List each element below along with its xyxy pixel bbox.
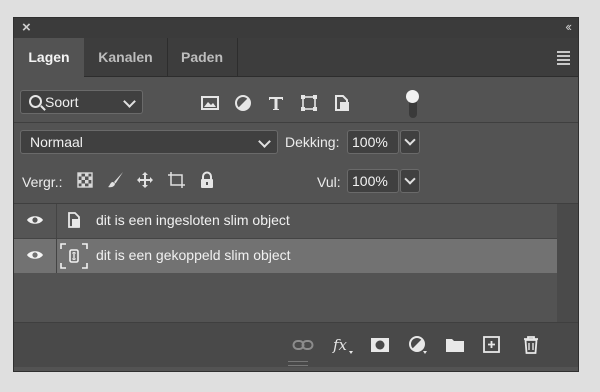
opacity-label: Dekking: bbox=[285, 134, 340, 150]
layer-row[interactable]: dit is een ingesloten slim object bbox=[14, 204, 557, 239]
fill-field[interactable]: 100% bbox=[347, 169, 399, 193]
scrollbar[interactable] bbox=[557, 204, 578, 322]
layer-name[interactable]: dit is een ingesloten slim object bbox=[96, 212, 290, 228]
close-icon[interactable]: × bbox=[22, 19, 31, 36]
smart-object-filter-icon[interactable] bbox=[332, 94, 352, 112]
shape-filter-icon[interactable] bbox=[299, 94, 319, 112]
search-icon bbox=[29, 95, 42, 108]
filter-kind-label: Soort bbox=[45, 94, 79, 110]
layer-row-selected[interactable]: dit is een gekoppeld slim object bbox=[14, 239, 557, 273]
opacity-field[interactable]: 100% bbox=[347, 130, 399, 154]
adjustment-filter-icon[interactable] bbox=[233, 94, 253, 112]
link-layers-icon[interactable] bbox=[292, 335, 314, 355]
layer-name[interactable]: dit is een gekoppeld slim object bbox=[96, 247, 291, 263]
embedded-smart-object-icon bbox=[68, 212, 80, 228]
tab-kanalen[interactable]: Kanalen bbox=[84, 38, 168, 76]
fill-dropdown[interactable] bbox=[400, 169, 420, 193]
bottom-toolbar: fx bbox=[14, 322, 578, 367]
trash-icon[interactable] bbox=[520, 335, 542, 355]
svg-text:fx: fx bbox=[332, 336, 348, 354]
linked-smart-object-icon bbox=[60, 243, 88, 269]
visibility-eye-icon[interactable] bbox=[26, 214, 44, 226]
divider bbox=[14, 122, 578, 123]
chevron-down-icon bbox=[404, 134, 416, 146]
panel-menu-icon[interactable] bbox=[557, 51, 570, 67]
lock-all-icon[interactable] bbox=[198, 171, 216, 189]
lock-image-pixels-icon[interactable] bbox=[107, 171, 125, 189]
layer-mask-icon[interactable] bbox=[369, 335, 391, 355]
lock-artboard-icon[interactable] bbox=[167, 171, 185, 189]
new-layer-icon[interactable] bbox=[481, 335, 503, 355]
tab-lagen[interactable]: Lagen bbox=[14, 38, 84, 77]
fx-icon[interactable]: fx bbox=[332, 335, 354, 355]
panel-titlebar: × ‹‹ bbox=[14, 18, 578, 38]
panel-tabs: Lagen Kanalen Paden bbox=[14, 38, 578, 77]
lock-position-icon[interactable] bbox=[136, 171, 154, 189]
opacity-dropdown[interactable] bbox=[400, 130, 420, 154]
lock-transparent-pixels-icon[interactable] bbox=[76, 171, 94, 189]
adjustment-layer-icon[interactable] bbox=[407, 335, 429, 355]
fill-label: Vul: bbox=[317, 174, 341, 190]
tab-paden[interactable]: Paden bbox=[167, 38, 238, 76]
collapse-panel-icon[interactable]: ‹‹ bbox=[565, 19, 572, 34]
lock-label: Vergr.: bbox=[22, 174, 63, 190]
layers-panel: × ‹‹ Lagen Kanalen Paden Soort Normaal D… bbox=[13, 17, 579, 372]
chevron-down-icon bbox=[258, 135, 271, 148]
chevron-down-icon bbox=[404, 173, 416, 185]
blend-mode-select[interactable]: Normaal bbox=[20, 130, 278, 154]
image-filter-icon[interactable] bbox=[200, 94, 220, 112]
resize-grip[interactable] bbox=[288, 361, 308, 366]
layers-list: dit is een ingesloten slim object dit is… bbox=[14, 204, 557, 322]
chevron-down-icon bbox=[123, 95, 136, 108]
filter-kind-select[interactable]: Soort bbox=[20, 90, 143, 114]
blend-mode-label: Normaal bbox=[30, 134, 83, 150]
group-folder-icon[interactable] bbox=[444, 335, 466, 355]
visibility-eye-icon[interactable] bbox=[26, 249, 44, 261]
filter-toggle[interactable] bbox=[406, 90, 420, 118]
type-filter-icon[interactable] bbox=[266, 94, 286, 112]
